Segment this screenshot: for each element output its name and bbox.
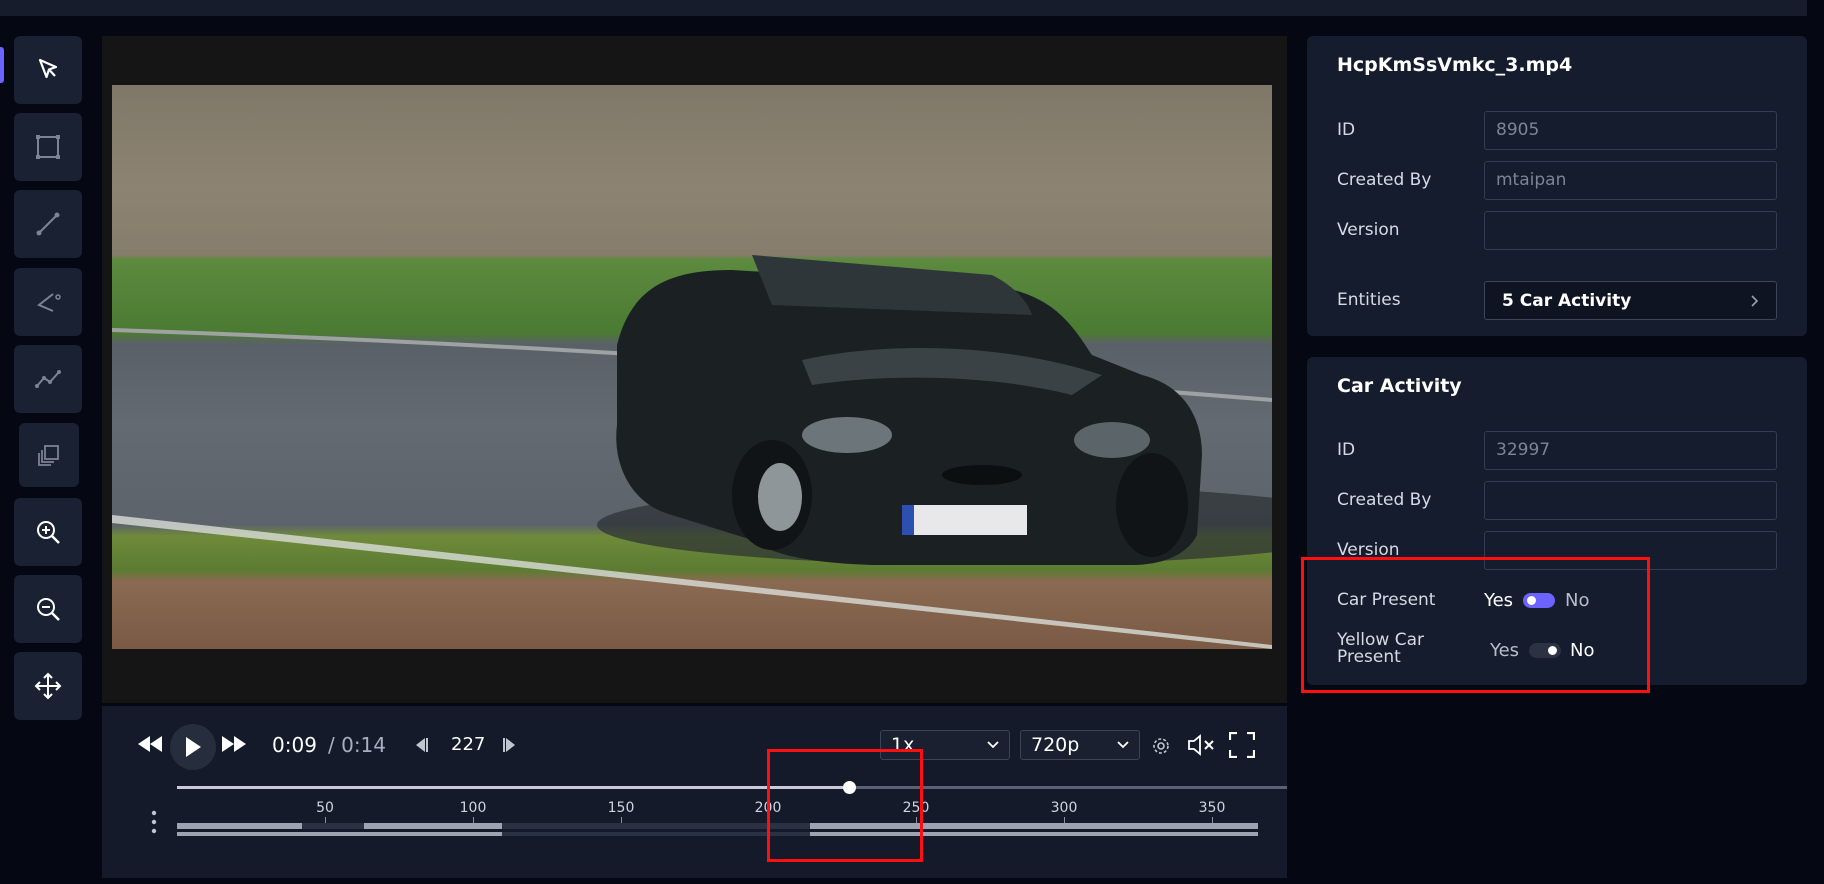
cursor-icon (38, 58, 58, 79)
move-icon (34, 672, 62, 700)
timeline-tick: 200 (754, 800, 782, 816)
play-icon (186, 737, 201, 757)
activity-created-by-field[interactable] (1484, 481, 1777, 520)
playback-speed-select[interactable]: 1x (880, 730, 1010, 760)
car-present-no-label[interactable]: No (1565, 590, 1589, 611)
timeline-tick: 300 (1050, 800, 1078, 816)
created-by-label: Created By (1337, 490, 1432, 510)
angle-tool-button[interactable] (14, 268, 82, 336)
annotation-segment[interactable] (177, 823, 302, 829)
rewind-icon[interactable] (138, 736, 162, 752)
annotation-segment[interactable] (810, 823, 1258, 829)
created-by-label: Created By (1337, 170, 1432, 190)
line-icon (36, 212, 60, 236)
layers-icon (38, 445, 59, 466)
timeline-tick: 100 (459, 800, 487, 816)
id-label: ID (1337, 120, 1356, 140)
entities-button[interactable]: 5 Car Activity (1484, 281, 1777, 320)
version-label: Version (1337, 540, 1400, 560)
id-label: ID (1337, 440, 1356, 460)
car-video-image (112, 255, 1272, 649)
fullscreen-icon[interactable] (1229, 732, 1255, 758)
version-label: Version (1337, 220, 1400, 240)
settings-icon[interactable] (1151, 736, 1171, 756)
timeline-tick: 150 (607, 800, 635, 816)
fast-forward-icon[interactable] (222, 736, 246, 752)
play-button[interactable] (170, 724, 216, 770)
chevron-right-icon (1751, 294, 1759, 307)
pan-tool-button[interactable] (14, 652, 82, 720)
file-info-panel: HcpKmSsVmkc_3.mp4 ID 8905 Created By mta… (1307, 36, 1807, 336)
car-present-label: Car Present (1337, 590, 1436, 610)
entities-label: Entities (1337, 290, 1401, 310)
select-tool-button[interactable] (14, 36, 82, 104)
timeline-tick: 350 (1198, 800, 1226, 816)
timeline-tick: 250 (902, 800, 930, 816)
file-title: HcpKmSsVmkc_3.mp4 (1337, 54, 1573, 76)
annotation-segment[interactable] (810, 832, 1258, 836)
entities-value: 5 Car Activity (1502, 290, 1632, 311)
chevron-down-icon (987, 741, 999, 749)
yellow-car-present-label: Yellow Car Present (1337, 632, 1424, 666)
car-present-yes-label[interactable]: Yes (1484, 590, 1513, 611)
zoom-in-icon (37, 521, 60, 544)
active-tool-indicator (0, 47, 4, 83)
file-version-field[interactable] (1484, 211, 1777, 250)
angle-icon (37, 293, 61, 312)
top-bar (0, 0, 1807, 16)
polyline-icon (35, 370, 61, 388)
mute-icon[interactable] (1187, 734, 1217, 756)
annotation-segment[interactable] (364, 823, 502, 829)
quality-select[interactable]: 720p (1020, 730, 1140, 760)
bounding-box-icon (36, 135, 60, 159)
timeline-tick: 50 (316, 800, 334, 816)
total-time: / 0:14 (328, 733, 387, 757)
toggle-knob (1527, 596, 1536, 605)
zoom-out-icon (37, 598, 60, 621)
polyline-tool-button[interactable] (14, 345, 82, 413)
player-controls: 0:09 / 0:14 227 1x 720p 50 100 150 200 2… (102, 706, 1287, 878)
previous-frame-icon[interactable] (413, 738, 429, 752)
car-present-toggle[interactable] (1523, 593, 1555, 608)
playback-speed-value: 1x (891, 734, 915, 756)
file-created-by-field[interactable]: mtaipan (1484, 161, 1777, 200)
next-frame-icon[interactable] (502, 738, 518, 752)
annotation-segment[interactable] (177, 832, 502, 836)
car-activity-panel: Car Activity ID 32997 Created By Version… (1307, 357, 1807, 685)
current-time: 0:09 (272, 733, 317, 757)
activity-title: Car Activity (1337, 375, 1462, 397)
timeline-scrubber[interactable] (842, 781, 856, 794)
video-frame[interactable] (112, 85, 1272, 649)
zoom-in-tool-button[interactable] (14, 498, 82, 566)
video-viewport[interactable] (102, 36, 1287, 703)
timeline-progress (177, 786, 849, 789)
yellow-car-toggle[interactable] (1529, 643, 1561, 658)
line-tool-button[interactable] (14, 190, 82, 258)
zoom-out-tool-button[interactable] (14, 575, 82, 643)
quality-value: 720p (1031, 734, 1080, 756)
toggle-knob (1548, 646, 1557, 655)
layers-tool-button[interactable] (19, 423, 79, 487)
yellow-car-no-label[interactable]: No (1570, 640, 1594, 661)
more-options-icon[interactable] (151, 810, 157, 838)
yellow-car-label-line: Present (1337, 647, 1401, 667)
activity-id-field[interactable]: 32997 (1484, 431, 1777, 470)
activity-version-field[interactable] (1484, 531, 1777, 570)
frame-number: 227 (451, 734, 486, 755)
file-id-field[interactable]: 8905 (1484, 111, 1777, 150)
bounding-box-tool-button[interactable] (14, 113, 82, 181)
chevron-down-icon (1117, 741, 1129, 749)
yellow-car-yes-label[interactable]: Yes (1490, 640, 1519, 661)
